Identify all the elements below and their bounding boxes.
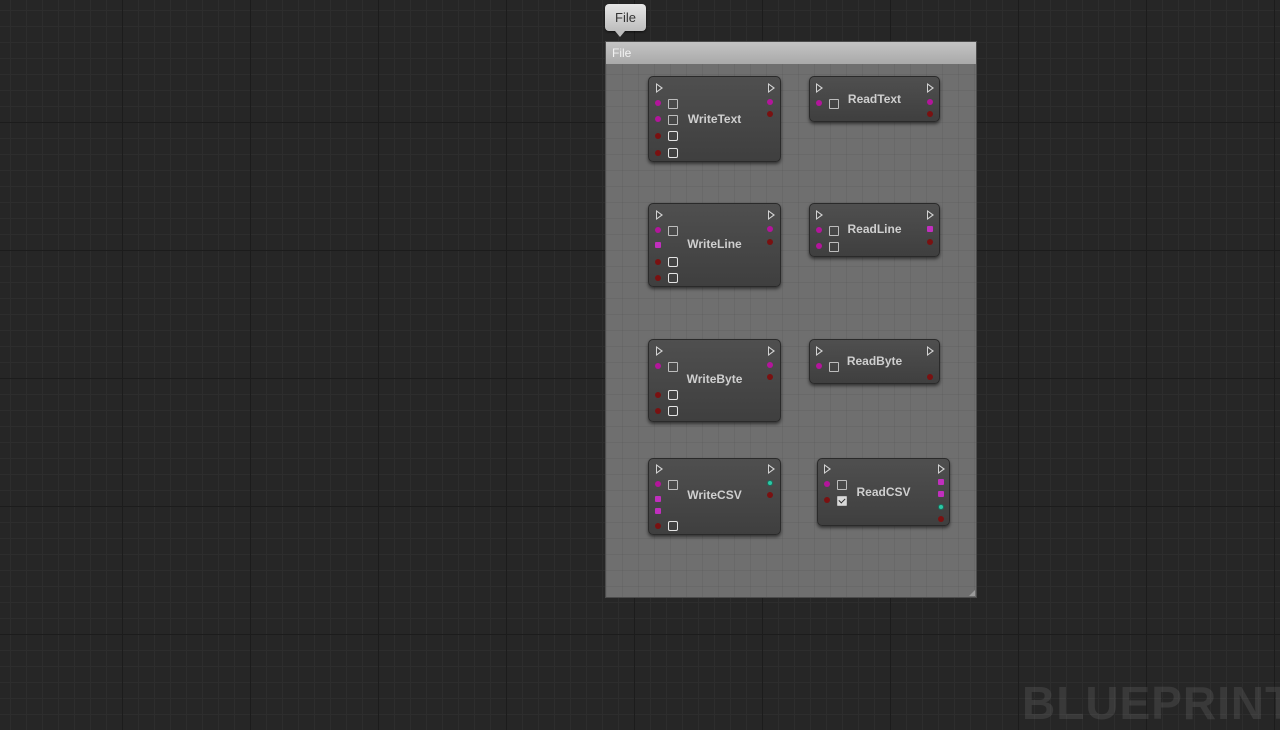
object-default-checkbox[interactable] (837, 480, 847, 490)
string-pin[interactable] (655, 496, 661, 502)
bool-checkbox-checked[interactable] (837, 496, 847, 506)
exec-out-pin-icon[interactable] (768, 346, 775, 356)
exec-out-pin-icon[interactable] (768, 83, 775, 93)
node-write-byte[interactable]: WriteByte (648, 339, 781, 422)
exec-out-pin-icon[interactable] (927, 83, 934, 93)
object-default-checkbox[interactable] (668, 226, 678, 236)
bool-checkbox[interactable] (668, 406, 678, 416)
output-bool-pin[interactable] (927, 374, 933, 380)
exec-in-pin-icon[interactable] (816, 210, 823, 220)
object-default-checkbox[interactable] (668, 99, 678, 109)
exec-in-pin-icon[interactable] (816, 83, 823, 93)
object-pin[interactable] (655, 227, 661, 233)
node-write-line[interactable]: WriteLine (648, 203, 781, 287)
bool-checkbox[interactable] (668, 131, 678, 141)
output-class-pin[interactable] (938, 504, 944, 510)
string-pin[interactable] (655, 242, 661, 248)
bool-pin[interactable] (655, 150, 661, 156)
object-default-checkbox[interactable] (829, 362, 839, 372)
exec-out-pin-icon[interactable] (927, 346, 934, 356)
exec-in-pin-icon[interactable] (816, 346, 823, 356)
exec-out-pin-icon[interactable] (768, 464, 775, 474)
output-object-pin[interactable] (767, 362, 773, 368)
output-bool-pin[interactable] (767, 492, 773, 498)
output-string-pin[interactable] (927, 99, 933, 105)
blueprint-watermark: BLUEPRINT (1022, 677, 1280, 729)
string-pin[interactable] (655, 116, 661, 122)
object-pin[interactable] (824, 481, 830, 487)
exec-out-pin-icon[interactable] (927, 210, 934, 220)
node-write-csv[interactable]: WriteCSV (648, 458, 781, 535)
bool-pin[interactable] (655, 523, 661, 529)
output-string-pin[interactable] (938, 479, 944, 485)
object-default-checkbox[interactable] (829, 99, 839, 109)
object-pin[interactable] (816, 227, 822, 233)
bool-checkbox[interactable] (668, 148, 678, 158)
object-pin[interactable] (655, 100, 661, 106)
node-title: WriteLine (687, 237, 742, 251)
object-default-checkbox[interactable] (668, 480, 678, 490)
bool-pin[interactable] (655, 133, 661, 139)
output-bool-pin[interactable] (938, 516, 944, 522)
bool-pin[interactable] (655, 392, 661, 398)
bool-checkbox[interactable] (668, 273, 678, 283)
bool-checkbox[interactable] (668, 521, 678, 531)
node-read-csv[interactable]: ReadCSV (817, 458, 950, 526)
node-read-line[interactable]: ReadLine (809, 203, 940, 257)
comment-bubble[interactable]: File (605, 4, 646, 37)
node-write-text[interactable]: WriteText (648, 76, 781, 162)
exec-out-pin-icon[interactable] (768, 210, 775, 220)
output-bool-pin[interactable] (927, 239, 933, 245)
comment-header[interactable]: File (606, 42, 976, 64)
output-class-pin[interactable] (767, 480, 773, 486)
node-title: WriteCSV (687, 488, 742, 502)
output-string-pin[interactable] (927, 226, 933, 232)
object-pin[interactable] (816, 100, 822, 106)
exec-in-pin-icon[interactable] (824, 464, 831, 474)
object-default-checkbox[interactable] (668, 362, 678, 372)
bool-checkbox[interactable] (668, 390, 678, 400)
output-bool-pin[interactable] (927, 111, 933, 117)
bool-pin[interactable] (655, 275, 661, 281)
bool-checkbox[interactable] (668, 257, 678, 267)
exec-in-pin-icon[interactable] (656, 83, 663, 93)
resize-handle-icon[interactable] (969, 590, 975, 596)
string-default-checkbox[interactable] (668, 115, 678, 125)
object-default-checkbox[interactable] (829, 242, 839, 252)
object-default-checkbox[interactable] (829, 226, 839, 236)
object-pin[interactable] (816, 363, 822, 369)
exec-out-pin-icon[interactable] (938, 464, 945, 474)
bool-pin[interactable] (824, 497, 830, 503)
bool-pin[interactable] (655, 408, 661, 414)
output-bool-pin[interactable] (767, 239, 773, 245)
object-pin[interactable] (816, 243, 822, 249)
exec-in-pin-icon[interactable] (656, 464, 663, 474)
output-object-pin[interactable] (767, 99, 773, 105)
output-bool-pin[interactable] (767, 374, 773, 380)
object-pin[interactable] (655, 363, 661, 369)
output-bool-pin[interactable] (767, 111, 773, 117)
object-pin[interactable] (655, 481, 661, 487)
bool-pin[interactable] (655, 259, 661, 265)
exec-in-pin-icon[interactable] (656, 346, 663, 356)
output-string-pin[interactable] (938, 491, 944, 497)
node-title: WriteByte (686, 372, 743, 386)
node-read-byte[interactable]: ReadByte (809, 339, 940, 384)
exec-in-pin-icon[interactable] (656, 210, 663, 220)
output-object-pin[interactable] (767, 226, 773, 232)
string-pin[interactable] (655, 508, 661, 514)
node-read-text[interactable]: ReadText (809, 76, 940, 122)
